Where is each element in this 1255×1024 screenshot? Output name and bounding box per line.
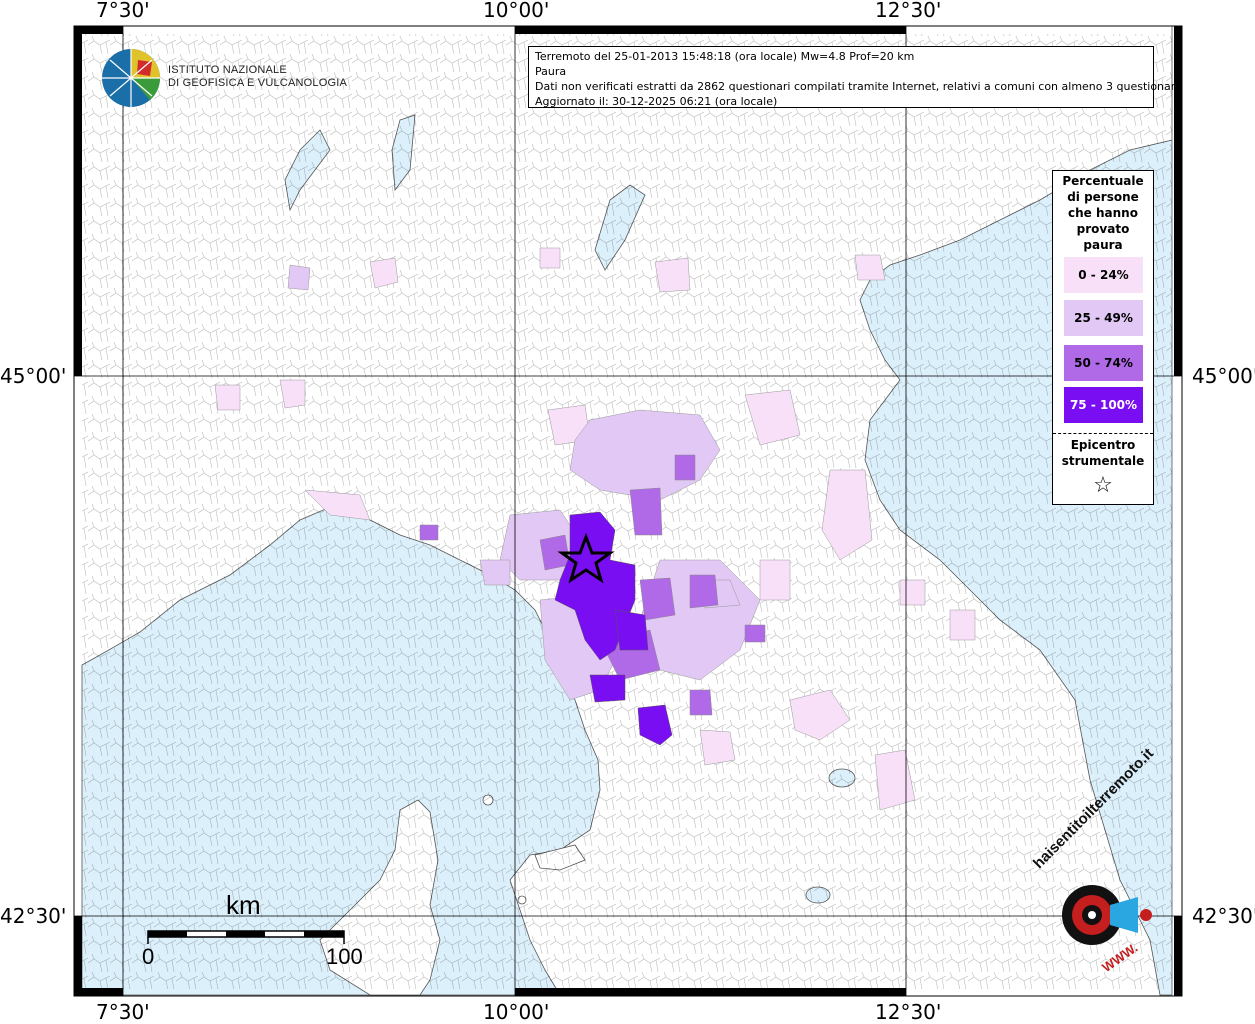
legend-item-0-24: 0 - 24%	[1064, 257, 1143, 293]
tick-left-lat-1: 45°00'	[0, 364, 67, 388]
map-parameter: Paura	[535, 65, 567, 78]
event-info-box: Terremoto del 25-01-2013 15:48:18 (ora l…	[528, 46, 1182, 108]
legend-star-icon: ☆	[1093, 473, 1113, 498]
legend-title: Percentuale di persone che hanno provato…	[1053, 171, 1153, 253]
tick-top-lon-2: 10°00'	[483, 0, 550, 22]
legend-epicenter-label: Epicentro strumentale	[1053, 437, 1153, 469]
legend-item-50-74: 50 - 74%	[1064, 345, 1143, 381]
legend-epicenter-line: strumentale	[1061, 454, 1145, 468]
tick-bottom-lon-1: 7°30'	[96, 1000, 150, 1024]
legend-title-line: di persone	[1067, 190, 1139, 204]
tick-top-lon-3: 12°30'	[875, 0, 942, 22]
scale-max: 100	[326, 944, 363, 969]
logo-line-1: ISTITUTO NAZIONALE	[168, 64, 287, 76]
scale-unit: km	[226, 890, 261, 920]
ingv-logo-text: ISTITUTO NAZIONALE DI GEOFISICA E VULCAN…	[168, 64, 347, 90]
scale-min: 0	[142, 944, 155, 969]
legend-divider	[1053, 433, 1153, 434]
legend-title-line: che hanno	[1068, 206, 1138, 220]
event-title: Terremoto del 25-01-2013 15:48:18 (ora l…	[535, 50, 915, 63]
legend-item-25-49: 25 - 49%	[1064, 300, 1143, 336]
tick-right-lat-2: 42°30'	[1192, 904, 1255, 928]
legend-item-75-100: 75 - 100%	[1064, 387, 1143, 423]
data-note: Dati non verificati estratti da 2862 que…	[535, 80, 1182, 93]
tick-left-lat-2: 42°30'	[0, 904, 67, 928]
legend-title-line: paura	[1083, 238, 1123, 252]
legend-epicenter-line: Epicentro	[1070, 438, 1136, 452]
tick-bottom-lon-2: 10°00'	[483, 1000, 550, 1024]
legend-title-line: Percentuale	[1062, 174, 1144, 188]
logo-line-2: DI GEOFISICA E VULCANOLOGIA	[168, 77, 347, 89]
ingv-logo	[102, 49, 161, 107]
update-time: Aggiornato il: 30-12-2025 06:21 (ora loc…	[535, 95, 778, 108]
legend-title-line: provato	[1076, 222, 1130, 236]
intensity-map	[73, 25, 1183, 997]
tick-bottom-lon-3: 12°30'	[875, 1000, 942, 1024]
tick-top-lon-1: 7°30'	[96, 0, 150, 22]
legend: Percentuale di persone che hanno provato…	[1052, 170, 1154, 505]
tick-right-lat-1: 45°00'	[1192, 364, 1255, 388]
